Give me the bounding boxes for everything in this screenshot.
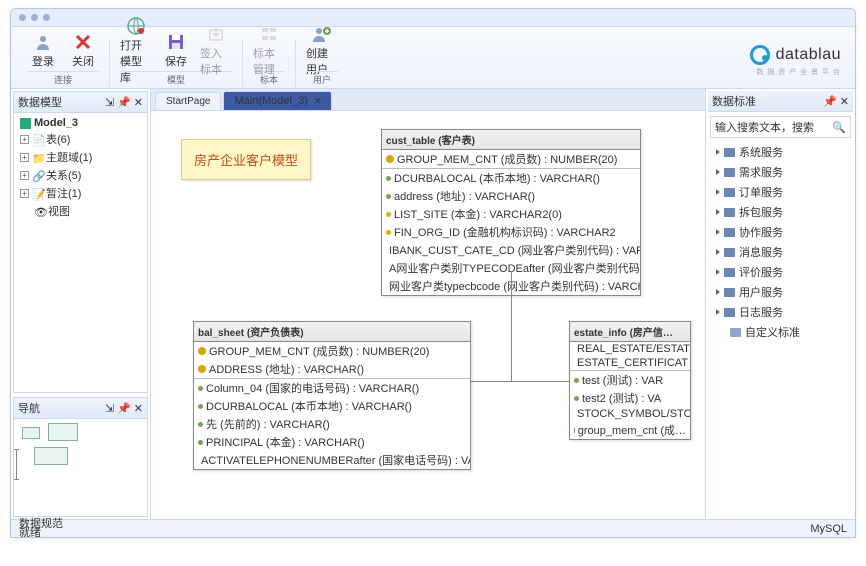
standard-item[interactable]: 消息服务 xyxy=(706,242,855,262)
version-mgmt-button[interactable]: 标本管理 xyxy=(253,24,285,77)
standard-item[interactable]: 拆包服务 xyxy=(706,202,855,222)
column-row: DCURBALOCAL (本币本地) : VARCHAR() xyxy=(194,397,470,415)
search-icon[interactable]: 🔍 xyxy=(832,121,846,134)
nav-panel-header: 导航 ⇲📌✕ xyxy=(14,398,147,419)
column-row: LIST_SITE (本金) : VARCHAR2(0) xyxy=(382,205,640,223)
tree-node[interactable]: +📄表(6) xyxy=(16,130,145,148)
column-row: Column_04 (国家的电话号码) : VARCHAR() xyxy=(194,379,470,397)
group-label-user: 用户 xyxy=(306,71,338,87)
close-button[interactable]: 关闭 xyxy=(67,32,99,69)
entity-bal-sheet[interactable]: bal_sheet (资产负债表) GROUP_MEM_CNT (成员数) : … xyxy=(193,321,471,470)
panel-pin2-icon[interactable]: 📌 xyxy=(823,95,837,108)
save-button[interactable]: 保存 xyxy=(160,32,192,69)
column-row: group_mem_cnt (成… xyxy=(570,421,690,439)
model-tree[interactable]: Model_3 +📄表(6) +📁主题域(1) +🔗关系(5) +📝暂注(1) … xyxy=(14,113,147,392)
data-model-panel-header: 数据模型 ⇲📌✕ xyxy=(14,92,147,113)
column-row: STOCK_SYMBOL/STOC xyxy=(570,407,690,421)
column-row: PRINCIPAL (本金) : VARCHAR() xyxy=(194,433,470,451)
tree-node[interactable]: +📁主题域(1) xyxy=(16,148,145,166)
tab-main-model[interactable]: Main(Model_3)✕ xyxy=(223,91,332,110)
panel-close-icon[interactable]: ✕ xyxy=(840,95,849,108)
panel-close-icon[interactable]: ✕ xyxy=(134,402,143,415)
panel-close-icon[interactable]: ✕ xyxy=(134,96,143,109)
tree-node[interactable]: 👁视图 xyxy=(16,202,145,220)
key-icon xyxy=(198,347,206,355)
column-row: ACTIVATELEPHONENUMBERafter (国家电话号码) : VA… xyxy=(194,451,470,469)
column-row: 先 (先前的) : VARCHAR() xyxy=(194,415,470,433)
standard-item[interactable]: 系统服务 xyxy=(706,142,855,162)
db-engine-label: MySQL xyxy=(810,523,847,535)
tab-close-icon[interactable]: ✕ xyxy=(314,96,322,107)
tree-node[interactable]: +📝暂注(1) xyxy=(16,184,145,202)
standard-item[interactable]: 订单服务 xyxy=(706,182,855,202)
column-row: test2 (测试) : VA xyxy=(570,389,690,407)
standard-item[interactable]: 需求服务 xyxy=(706,162,855,182)
data-standard-panel-header: 数据标准 📌✕ xyxy=(708,91,853,112)
nav-minimap[interactable] xyxy=(14,419,147,499)
standard-item[interactable]: 协作服务 xyxy=(706,222,855,242)
standard-subitem[interactable]: 自定义标准 xyxy=(706,322,855,342)
key-icon xyxy=(198,365,206,373)
ribbon: 登录 关闭 连接 打开模型库 保存 签入标本 模型 标本管理 标本 创建用户 xyxy=(11,27,855,89)
panel-pin-icon[interactable]: ⇲ xyxy=(105,96,114,109)
brand-logo: datablau 数 据 资 产 全 景 平 台 xyxy=(750,45,841,65)
column-row: IBANK_CUST_CATE_CD (网业客户类别代码) : VARCHAR2 xyxy=(382,241,640,259)
entity-estate-info[interactable]: estate_info (房产信… REAL_ESTATE/ESTAT ESTA… xyxy=(569,321,691,440)
create-user-button[interactable]: 创建用户 xyxy=(306,24,338,77)
standard-item[interactable]: 日志服务 xyxy=(706,302,855,322)
checkin-button[interactable]: 签入标本 xyxy=(200,24,232,77)
tree-node[interactable]: +🔗关系(5) xyxy=(16,166,145,184)
column-row: DCURBALOCAL (本币本地) : VARCHAR() xyxy=(382,169,640,187)
sticky-note[interactable]: 房产企业客户模型 xyxy=(181,139,311,180)
editor-tabs: StartPage Main(Model_3)✕ xyxy=(151,89,705,111)
column-row: address (地址) : VARCHAR() xyxy=(382,187,640,205)
diagram-canvas[interactable]: 房产企业客户模型 cust_table (客户表) GROUP_MEM_CNT … xyxy=(151,111,705,519)
status-bar: 数据规范就绪 MySQL xyxy=(11,519,855,537)
login-button[interactable]: 登录 xyxy=(27,32,59,69)
search-input[interactable]: 输入搜索文本，搜索 🔍 xyxy=(710,116,851,138)
standard-item[interactable]: 评价服务 xyxy=(706,262,855,282)
panel-pin2-icon[interactable]: 📌 xyxy=(117,96,131,109)
panel-pin2-icon[interactable]: 📌 xyxy=(117,402,131,415)
panel-pin-icon[interactable]: ⇲ xyxy=(105,402,114,415)
group-label-connect: 连接 xyxy=(27,71,99,87)
key-icon xyxy=(386,155,394,163)
column-row: test (测试) : VAR xyxy=(570,371,690,389)
column-row: FIN_ORG_ID (金融机构标识码) : VARCHAR2 xyxy=(382,223,640,241)
standard-item[interactable]: 用户服务 xyxy=(706,282,855,302)
tab-startpage[interactable]: StartPage xyxy=(155,92,221,110)
